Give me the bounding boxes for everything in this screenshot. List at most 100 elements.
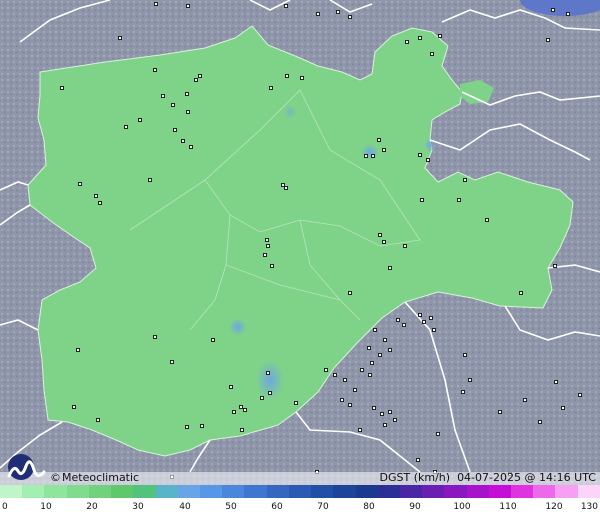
- station-marker[interactable]: [72, 405, 76, 409]
- station-marker[interactable]: [422, 320, 426, 324]
- station-marker[interactable]: [232, 410, 236, 414]
- station-marker[interactable]: [561, 406, 565, 410]
- station-marker[interactable]: [316, 12, 320, 16]
- station-marker[interactable]: [181, 139, 185, 143]
- station-marker[interactable]: [372, 406, 376, 410]
- station-marker[interactable]: [78, 182, 82, 186]
- station-marker[interactable]: [348, 291, 352, 295]
- station-marker[interactable]: [430, 52, 434, 56]
- station-marker[interactable]: [358, 428, 362, 432]
- station-marker[interactable]: [343, 378, 347, 382]
- station-marker[interactable]: [198, 74, 202, 78]
- station-marker[interactable]: [429, 316, 433, 320]
- station-marker[interactable]: [519, 291, 523, 295]
- station-marker[interactable]: [154, 2, 158, 6]
- station-marker[interactable]: [285, 74, 289, 78]
- station-marker[interactable]: [538, 420, 542, 424]
- station-marker[interactable]: [239, 405, 243, 409]
- station-marker[interactable]: [382, 148, 386, 152]
- station-marker[interactable]: [336, 10, 340, 14]
- station-marker[interactable]: [161, 94, 165, 98]
- station-marker[interactable]: [284, 186, 288, 190]
- station-marker[interactable]: [485, 218, 489, 222]
- station-marker[interactable]: [436, 432, 440, 436]
- station-marker[interactable]: [98, 201, 102, 205]
- station-marker[interactable]: [263, 253, 267, 257]
- station-marker[interactable]: [416, 458, 420, 462]
- station-marker[interactable]: [211, 338, 215, 342]
- station-marker[interactable]: [378, 233, 382, 237]
- station-marker[interactable]: [153, 68, 157, 72]
- station-marker[interactable]: [367, 346, 371, 350]
- station-marker[interactable]: [383, 338, 387, 342]
- station-marker[interactable]: [353, 388, 357, 392]
- station-marker[interactable]: [418, 36, 422, 40]
- station-marker[interactable]: [300, 76, 304, 80]
- station-marker[interactable]: [333, 373, 337, 377]
- station-marker[interactable]: [402, 323, 406, 327]
- station-marker[interactable]: [468, 378, 472, 382]
- station-marker[interactable]: [388, 266, 392, 270]
- station-marker[interactable]: [378, 353, 382, 357]
- station-marker[interactable]: [240, 428, 244, 432]
- station-marker[interactable]: [340, 398, 344, 402]
- station-marker[interactable]: [266, 244, 270, 248]
- station-marker[interactable]: [403, 244, 407, 248]
- station-marker[interactable]: [420, 198, 424, 202]
- station-marker[interactable]: [373, 328, 377, 332]
- station-marker[interactable]: [554, 380, 558, 384]
- station-marker[interactable]: [360, 368, 364, 372]
- station-marker[interactable]: [383, 423, 387, 427]
- station-marker[interactable]: [170, 360, 174, 364]
- station-marker[interactable]: [200, 424, 204, 428]
- station-marker[interactable]: [393, 418, 397, 422]
- station-marker[interactable]: [426, 158, 430, 162]
- station-marker[interactable]: [124, 125, 128, 129]
- station-marker[interactable]: [551, 8, 555, 12]
- station-marker[interactable]: [370, 361, 374, 365]
- station-marker[interactable]: [118, 36, 122, 40]
- station-marker[interactable]: [185, 425, 189, 429]
- station-marker[interactable]: [189, 145, 193, 149]
- station-marker[interactable]: [229, 385, 233, 389]
- station-marker[interactable]: [76, 348, 80, 352]
- station-marker[interactable]: [94, 194, 98, 198]
- station-marker[interactable]: [269, 86, 273, 90]
- station-marker[interactable]: [388, 410, 392, 414]
- station-marker[interactable]: [348, 15, 352, 19]
- station-marker[interactable]: [266, 371, 270, 375]
- station-marker[interactable]: [138, 118, 142, 122]
- station-marker[interactable]: [380, 412, 384, 416]
- station-marker[interactable]: [60, 86, 64, 90]
- station-marker[interactable]: [171, 103, 175, 107]
- station-marker[interactable]: [457, 198, 461, 202]
- station-marker[interactable]: [553, 264, 557, 268]
- station-marker[interactable]: [578, 393, 582, 397]
- station-marker[interactable]: [463, 178, 467, 182]
- station-marker[interactable]: [405, 40, 409, 44]
- station-marker[interactable]: [148, 178, 152, 182]
- station-marker[interactable]: [281, 183, 285, 187]
- station-marker[interactable]: [498, 410, 502, 414]
- station-marker[interactable]: [348, 403, 352, 407]
- station-marker[interactable]: [546, 38, 550, 42]
- station-marker[interactable]: [377, 138, 381, 142]
- station-marker[interactable]: [432, 328, 436, 332]
- station-marker[interactable]: [324, 368, 328, 372]
- station-marker[interactable]: [382, 240, 386, 244]
- station-marker[interactable]: [153, 335, 157, 339]
- station-marker[interactable]: [294, 401, 298, 405]
- station-marker[interactable]: [194, 78, 198, 82]
- station-marker[interactable]: [268, 391, 272, 395]
- station-marker[interactable]: [418, 153, 422, 157]
- station-marker[interactable]: [260, 396, 264, 400]
- station-marker[interactable]: [284, 4, 288, 8]
- station-marker[interactable]: [96, 418, 100, 422]
- station-marker[interactable]: [186, 110, 190, 114]
- station-marker[interactable]: [173, 128, 177, 132]
- station-marker[interactable]: [185, 92, 189, 96]
- station-marker[interactable]: [270, 264, 274, 268]
- station-marker[interactable]: [418, 313, 422, 317]
- station-marker[interactable]: [364, 154, 368, 158]
- station-marker[interactable]: [461, 390, 465, 394]
